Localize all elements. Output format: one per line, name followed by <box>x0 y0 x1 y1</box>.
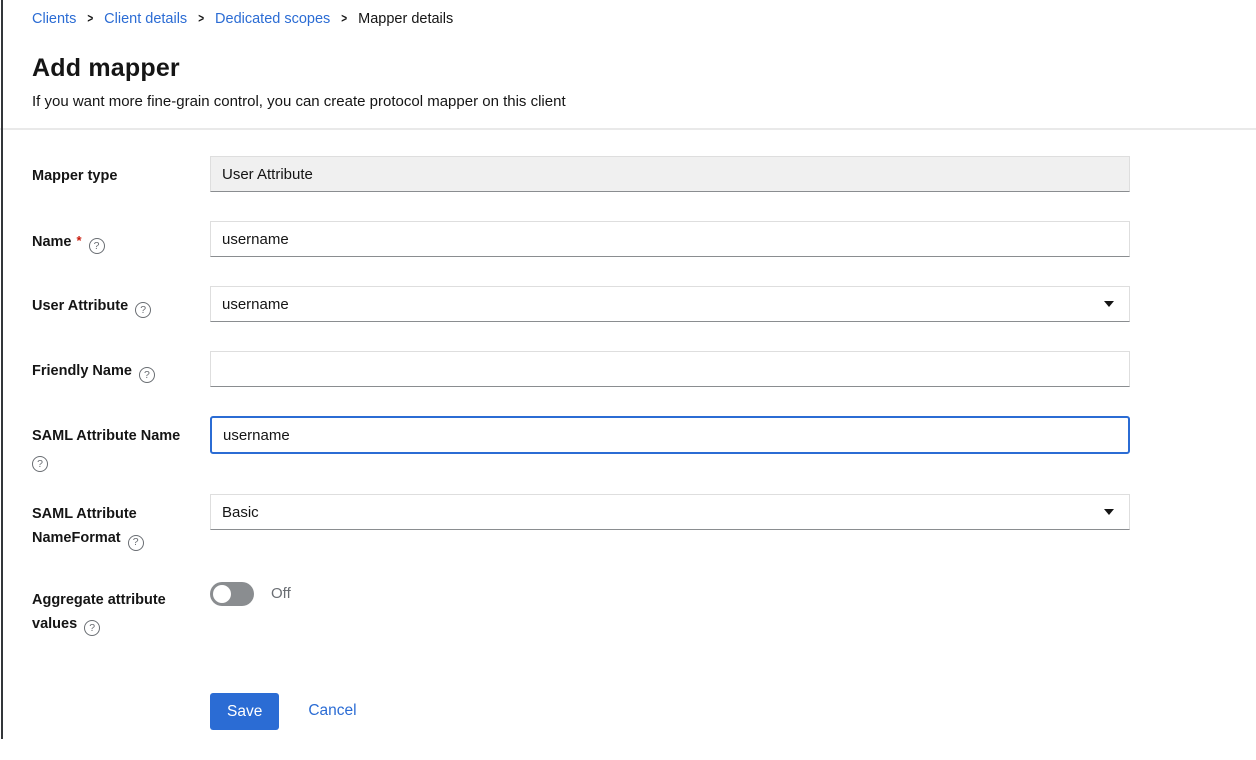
aggregate-toggle-switch[interactable] <box>210 582 254 606</box>
breadcrumb-client-details[interactable]: Client details <box>104 10 187 29</box>
field-row-saml-attribute-name: SAML Attribute Name ? <box>32 416 1130 472</box>
label-text: Mapper type <box>32 168 117 184</box>
mapper-type-input <box>210 156 1130 192</box>
mapper-type-control <box>210 156 1130 192</box>
saml-attribute-nameformat-label: SAML Attribute NameFormat? <box>32 494 210 550</box>
breadcrumb-clients[interactable]: Clients <box>32 10 76 29</box>
help-icon[interactable]: ? <box>128 535 144 551</box>
content-left-border <box>1 0 3 739</box>
user-attribute-control: username <box>210 286 1130 322</box>
help-icon[interactable]: ? <box>139 367 155 383</box>
name-input[interactable] <box>210 221 1130 257</box>
help-icon[interactable]: ? <box>89 238 105 254</box>
user-attribute-select[interactable]: username <box>210 286 1130 322</box>
friendly-name-control <box>210 351 1130 387</box>
breadcrumb-dedicated-scopes[interactable]: Dedicated scopes <box>215 10 330 29</box>
toggle-knob <box>213 585 231 603</box>
saml-attribute-nameformat-select[interactable]: Basic <box>210 494 1130 530</box>
select-caret-icon <box>1104 301 1114 307</box>
saml-attribute-name-label: SAML Attribute Name ? <box>32 416 210 472</box>
field-row-mapper-type: Mapper type <box>32 156 1130 192</box>
form-actions: Save Cancel <box>210 693 1130 730</box>
user-attribute-selected-value: username <box>222 296 289 313</box>
breadcrumb-mapper-details: Mapper details <box>358 10 453 29</box>
add-mapper-page: Clients > Client details > Dedicated sco… <box>0 0 1256 760</box>
label-text: Friendly Name <box>32 363 132 379</box>
saml-attribute-nameformat-control: Basic <box>210 494 1130 530</box>
aggregate-toggle-control: Off <box>210 580 1130 606</box>
help-icon[interactable]: ? <box>32 456 48 472</box>
field-row-user-attribute: User Attribute? username <box>32 286 1130 322</box>
breadcrumb: Clients > Client details > Dedicated sco… <box>32 10 1226 29</box>
toggle-state-label: Off <box>271 585 291 602</box>
friendly-name-input[interactable] <box>210 351 1130 387</box>
aggregate-attribute-values-label: Aggregate attribute values? <box>32 580 210 636</box>
saml-attribute-name-control <box>210 416 1130 454</box>
chevron-right-icon: > <box>341 8 347 32</box>
field-row-name: Name *? <box>32 221 1130 257</box>
page-title: Add mapper <box>32 54 1226 83</box>
page-header: Clients > Client details > Dedicated sco… <box>0 0 1256 111</box>
chevron-right-icon: > <box>87 8 93 32</box>
label-text: SAML Attribute NameFormat <box>32 506 137 546</box>
label-text: SAML Attribute Name <box>32 428 180 444</box>
required-asterisk: * <box>77 233 82 248</box>
mapper-type-label: Mapper type <box>32 156 210 188</box>
cancel-button[interactable]: Cancel <box>308 702 356 720</box>
help-icon[interactable]: ? <box>135 302 151 318</box>
page-subtitle: If you want more fine-grain control, you… <box>32 92 1226 111</box>
field-row-aggregate-attribute-values: Aggregate attribute values? Off <box>32 580 1130 636</box>
name-label: Name *? <box>32 221 210 254</box>
friendly-name-label: Friendly Name? <box>32 351 210 383</box>
mapper-form: Mapper type Name *? User Attribute? usern… <box>0 130 1256 730</box>
help-icon[interactable]: ? <box>84 620 100 636</box>
name-control <box>210 221 1130 257</box>
select-caret-icon <box>1104 509 1114 515</box>
nameformat-selected-value: Basic <box>222 504 259 521</box>
saml-attribute-name-input[interactable] <box>210 416 1130 454</box>
save-button[interactable]: Save <box>210 693 279 730</box>
label-text: User Attribute <box>32 298 128 314</box>
chevron-right-icon: > <box>198 8 204 32</box>
field-row-saml-attribute-nameformat: SAML Attribute NameFormat? Basic <box>32 494 1130 550</box>
user-attribute-label: User Attribute? <box>32 286 210 318</box>
label-text: Name <box>32 234 72 250</box>
field-row-friendly-name: Friendly Name? <box>32 351 1130 387</box>
